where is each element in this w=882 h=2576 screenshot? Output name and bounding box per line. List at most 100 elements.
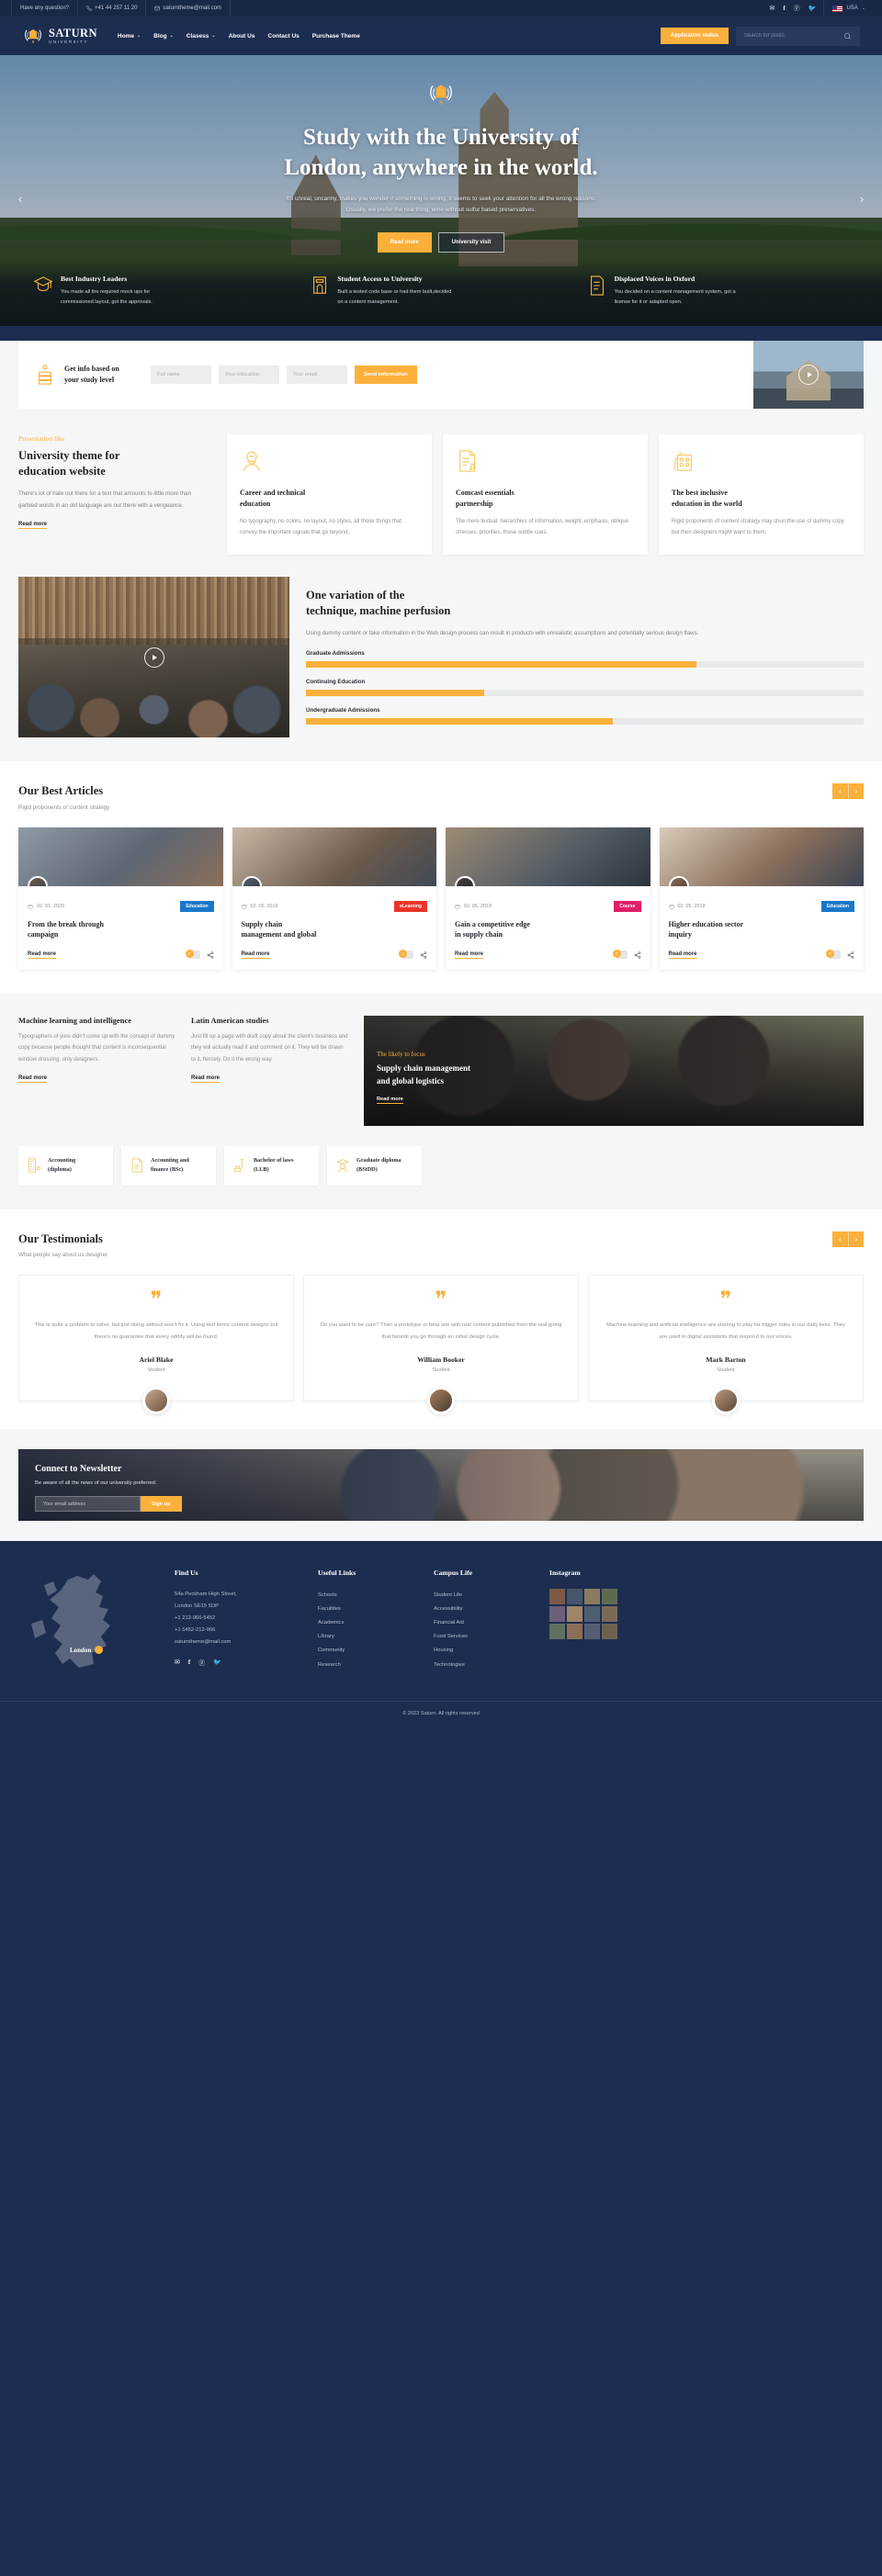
footer-link-financial-aid[interactable]: Financial Aid	[434, 1616, 535, 1630]
footer-link-academics[interactable]: Academics	[318, 1616, 419, 1630]
envelope-icon[interactable]: ✉	[175, 1659, 180, 1668]
language-selector[interactable]: USA ⌄	[823, 0, 865, 17]
education-input[interactable]	[219, 366, 279, 384]
program-read-more-link[interactable]: Read more	[18, 1075, 48, 1083]
presentation-read-more-link[interactable]: Read more	[18, 522, 48, 529]
instagram-thumbnail[interactable]	[567, 1624, 582, 1640]
feature-card-title: Comcast essentials partnership	[456, 488, 635, 510]
footer-link-housing[interactable]: Housing	[434, 1644, 535, 1658]
footer-copyright: © 2023 Saturn. All rights reserved	[0, 1701, 882, 1728]
course-item-accounting-diploma[interactable]: Accounting (diploma)	[18, 1146, 113, 1186]
course-item-graduate-diploma[interactable]: Graduate diploma (BStDD)	[327, 1146, 422, 1186]
testimonials-next-button[interactable]: ›	[848, 1231, 864, 1247]
instagram-thumbnail[interactable]	[584, 1624, 600, 1640]
instagram-thumbnail[interactable]	[549, 1606, 565, 1623]
top-bar-email[interactable]: saturntheme@mail.com	[146, 0, 231, 17]
article-card[interactable]: 02. 05. 2019 Course Gain a competitive e…	[446, 827, 650, 971]
comment-count-icon[interactable]: 0	[826, 950, 841, 960]
articles-prev-button[interactable]: ‹	[832, 783, 848, 799]
footer-link-technologies[interactable]: Technologies	[434, 1659, 535, 1672]
instagram-thumbnail[interactable]	[584, 1589, 600, 1605]
hero-university-visit-button[interactable]: University visit	[437, 232, 505, 253]
nav-item-contact-us[interactable]: Contact Us	[267, 33, 299, 39]
footer-link-schools[interactable]: Schools	[318, 1589, 419, 1603]
article-category-badge[interactable]: eLearning	[394, 900, 427, 912]
instagram-thumbnail[interactable]	[602, 1606, 617, 1623]
envelope-icon	[154, 6, 161, 11]
twitter-icon[interactable]: 🐦	[808, 5, 817, 12]
article-category-badge[interactable]: Course	[614, 900, 641, 912]
facebook-icon[interactable]: f	[188, 1659, 190, 1668]
instagram-thumbnail[interactable]	[602, 1589, 617, 1605]
footer-link-library[interactable]: Library	[318, 1630, 419, 1644]
search-box[interactable]	[736, 26, 860, 46]
graduate-person-icon	[336, 1159, 349, 1173]
article-read-more-link[interactable]: Read more	[241, 951, 270, 959]
program-read-more-link[interactable]: Read more	[191, 1075, 220, 1083]
course-label-line-2: (LLB)	[254, 1166, 269, 1174]
play-icon[interactable]	[143, 647, 164, 668]
nav-item-classes[interactable]: Clasess ⌄	[187, 33, 216, 39]
share-icon[interactable]	[420, 951, 427, 959]
footer-link-community[interactable]: Community	[318, 1644, 419, 1658]
articles-next-button[interactable]: ›	[848, 783, 864, 799]
article-card[interactable]: 02. 01. 2020 Education From the break th…	[18, 827, 223, 971]
share-icon[interactable]	[634, 951, 641, 959]
nav-item-blog[interactable]: Blog ⌄	[153, 33, 174, 39]
footer-link-student-life[interactable]: Student Life	[434, 1589, 535, 1603]
instagram-thumbnail[interactable]	[567, 1589, 582, 1605]
footer-link-research[interactable]: Research	[318, 1659, 419, 1672]
testimonials-prev-button[interactable]: ‹	[832, 1231, 848, 1247]
share-icon[interactable]	[847, 951, 854, 959]
promo-read-more-link[interactable]: Read more	[377, 1097, 403, 1105]
newsletter-signup-button[interactable]: Sign up	[141, 1496, 182, 1513]
nav-item-about-us[interactable]: About Us	[229, 33, 255, 39]
nav-item-purchase-theme[interactable]: Purchase Theme	[312, 33, 360, 39]
instagram-thumbnail[interactable]	[549, 1589, 565, 1605]
comment-count-icon[interactable]: 1	[185, 950, 200, 960]
course-item-bachelor-laws[interactable]: Bachelor of laws (LLB)	[224, 1146, 319, 1186]
footer-link-facultites[interactable]: Facultites	[318, 1603, 419, 1616]
footer-link-accessibility[interactable]: Accessibility	[434, 1603, 535, 1616]
top-bar-phone[interactable]: +41 44 257 11 20	[78, 0, 147, 17]
search-input[interactable]	[744, 33, 843, 39]
nav-item-home[interactable]: Home ⌄	[118, 33, 141, 39]
comment-count-icon[interactable]: 2	[612, 950, 628, 960]
brand-logo[interactable]: S SATURN UNIVERSITY	[22, 25, 97, 47]
play-icon[interactable]	[798, 365, 819, 385]
send-information-button[interactable]: Send information	[355, 366, 417, 384]
share-icon[interactable]	[207, 951, 214, 959]
article-read-more-link[interactable]: Read more	[455, 951, 484, 959]
hero-read-more-button[interactable]: Read more	[377, 232, 432, 253]
twitter-icon[interactable]: 🐦	[213, 1659, 221, 1668]
newsletter-subtitle: Be aware of all the news of our universi…	[35, 1480, 157, 1487]
instagram-thumbnail[interactable]	[549, 1624, 565, 1640]
article-read-more-link[interactable]: Read more	[28, 951, 57, 959]
facebook-icon[interactable]: f	[783, 5, 785, 12]
promo-card[interactable]: The likely to focus Supply chain managem…	[364, 1016, 864, 1127]
hero-next-arrow[interactable]: ›	[854, 191, 869, 206]
variation-image[interactable]	[18, 577, 289, 737]
articles-grid: 02. 01. 2020 Education From the break th…	[18, 827, 864, 971]
article-card[interactable]: 02. 05. 2019 Education Higher education …	[659, 827, 864, 971]
course-item-accounting-finance[interactable]: Accounting and finance (BSc)	[121, 1146, 216, 1186]
article-category-badge[interactable]: Education	[820, 900, 854, 912]
application-status-button[interactable]: Application status	[660, 28, 729, 44]
article-card[interactable]: 02. 05. 2019 eLearning Supply chain mana…	[232, 827, 436, 971]
pinterest-icon[interactable]: ⓟ	[794, 4, 800, 13]
newsletter-email-input[interactable]	[35, 1496, 141, 1513]
video-thumbnail[interactable]	[753, 341, 864, 409]
email-input[interactable]	[287, 366, 347, 384]
full-name-input[interactable]	[151, 366, 211, 384]
comment-count-icon[interactable]: 1	[399, 950, 413, 960]
hero-prev-arrow[interactable]: ‹	[13, 191, 28, 206]
search-icon[interactable]	[843, 32, 852, 40]
instagram-thumbnail[interactable]	[584, 1606, 600, 1623]
envelope-icon[interactable]: ✉	[770, 5, 775, 12]
instagram-thumbnail[interactable]	[567, 1606, 582, 1623]
instagram-thumbnail[interactable]	[602, 1624, 617, 1640]
article-read-more-link[interactable]: Read more	[668, 951, 697, 959]
article-category-badge[interactable]: Education	[180, 900, 214, 912]
footer-link-food-services[interactable]: Food Services	[434, 1630, 535, 1644]
pinterest-icon[interactable]: ⓟ	[198, 1659, 205, 1668]
